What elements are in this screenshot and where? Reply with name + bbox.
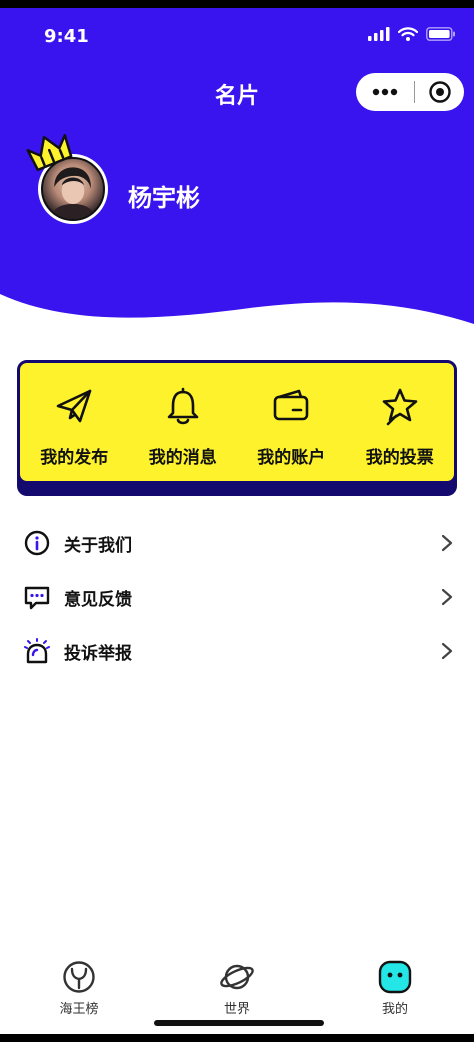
- ranking-icon: [63, 961, 95, 993]
- chevron-right-icon: [441, 534, 453, 552]
- more-dots-icon: [372, 88, 398, 96]
- menu-item-label: 意见反馈: [64, 589, 132, 610]
- status-time: 9:41: [44, 26, 89, 47]
- chevron-right-icon: [441, 588, 453, 606]
- signal-icon: [368, 26, 390, 45]
- target-close-icon: [428, 81, 451, 103]
- tab-label: 海王榜: [59, 1002, 99, 1017]
- alarm-icon: [24, 638, 50, 664]
- menu-item-label: 关于我们: [64, 535, 132, 556]
- star-icon: [380, 385, 420, 427]
- quick-action-votes[interactable]: 我的投票: [346, 363, 455, 481]
- planet-icon: [220, 964, 254, 990]
- quick-action-label: 我的发布: [40, 448, 109, 468]
- battery-icon: [426, 26, 456, 45]
- quick-action-label: 我的账户: [257, 448, 326, 468]
- quick-action-label: 我的消息: [148, 448, 217, 468]
- status-icons: [368, 26, 456, 45]
- wallet-icon: [271, 385, 311, 427]
- tab-me[interactable]: 我的: [316, 952, 474, 1024]
- tab-label: 世界: [223, 1002, 250, 1017]
- tab-label: 我的: [381, 1002, 408, 1017]
- chevron-right-icon: [441, 642, 453, 660]
- quick-action-posts[interactable]: 我的发布: [20, 363, 129, 481]
- top-edge: [0, 0, 474, 8]
- bottom-edge: [0, 1034, 474, 1042]
- feedback-icon: [24, 584, 50, 610]
- home-indicator: [154, 1020, 324, 1026]
- more-button[interactable]: [356, 73, 414, 111]
- menu-item-about[interactable]: 关于我们: [0, 516, 474, 570]
- tab-world[interactable]: 世界: [158, 952, 316, 1024]
- profile-name: 杨宇彬: [128, 184, 200, 212]
- wifi-icon: [397, 26, 419, 45]
- quick-action-messages[interactable]: 我的消息: [129, 363, 238, 481]
- quick-action-account[interactable]: 我的账户: [237, 363, 346, 481]
- settings-list: 关于我们 意见反馈 投诉举报: [0, 516, 474, 678]
- profile-face-icon: [378, 960, 412, 994]
- tab-ranking[interactable]: 海王榜: [0, 952, 158, 1024]
- mini-program-capsule: [356, 73, 464, 111]
- info-icon: [24, 530, 50, 556]
- menu-item-label: 投诉举报: [64, 643, 132, 664]
- crown-icon: [26, 132, 74, 176]
- paper-plane-icon: [54, 385, 94, 427]
- menu-item-report[interactable]: 投诉举报: [0, 624, 474, 678]
- bell-icon: [163, 385, 203, 427]
- tab-bar: 海王榜 世界 我的: [0, 952, 474, 1024]
- close-button[interactable]: [415, 73, 464, 111]
- quick-actions-card: 我的发布 我的消息 我的账户 我的投票: [17, 360, 457, 484]
- quick-action-label: 我的投票: [365, 448, 434, 468]
- menu-item-feedback[interactable]: 意见反馈: [0, 570, 474, 624]
